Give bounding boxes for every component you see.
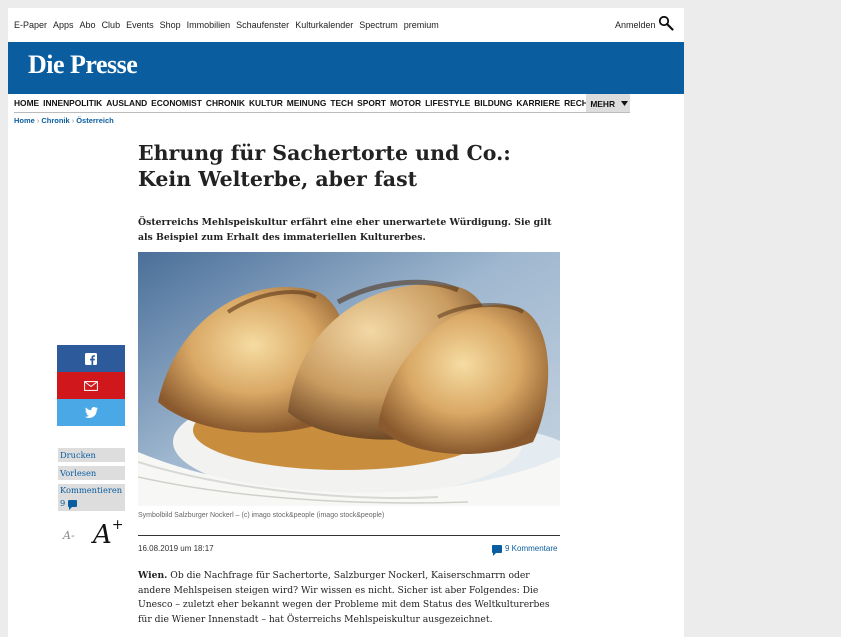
nav-item-meinung[interactable]: MEINUNG xyxy=(287,98,327,108)
comment-bubble-icon xyxy=(68,500,78,510)
font-larger-letter: A xyxy=(93,520,112,550)
nav-item-bildung[interactable]: BILDUNG xyxy=(474,98,512,108)
share-twitter-button[interactable] xyxy=(57,399,125,426)
breadcrumb: Home › Chronik › Österreich xyxy=(14,116,114,125)
page: E-Paper Apps Abo Club Events Shop Immobi… xyxy=(8,8,684,637)
breadcrumb-separator: › xyxy=(71,116,75,125)
article-dateline: Wien. xyxy=(138,570,168,581)
topnav-item-apps[interactable]: Apps xyxy=(53,20,74,30)
article-body: Wien. Ob die Nachfrage für Sachertorte, … xyxy=(138,569,563,627)
share-facebook-button[interactable] xyxy=(57,345,125,372)
nav-item-sport[interactable]: SPORT xyxy=(357,98,386,108)
breadcrumb-home[interactable]: Home xyxy=(14,116,35,125)
comments-link[interactable]: 9 Kommentare xyxy=(492,544,558,556)
topnav-item-spectrum[interactable]: Spectrum xyxy=(359,20,398,30)
topnav-item-immobilien[interactable]: Immobilien xyxy=(187,20,231,30)
topnav-item-shop[interactable]: Shop xyxy=(160,20,181,30)
article-lead: Österreichs Mehlspeiskultur erfährt eine… xyxy=(138,217,552,243)
breadcrumb-oesterreich[interactable]: Österreich xyxy=(76,116,114,125)
hero-image-graphic xyxy=(138,252,560,506)
read-aloud-button[interactable]: Vorlesen xyxy=(58,466,125,480)
nav-item-karriere[interactable]: KARRIERE xyxy=(516,98,560,108)
nav-item-ausland[interactable]: AUSLAND xyxy=(106,98,147,108)
print-button[interactable]: Drucken xyxy=(58,448,125,462)
article-body-text: Ob die Nachfrage für Sachertorte, Salzbu… xyxy=(138,570,550,625)
topnav-item-kulturkalender[interactable]: Kulturkalender xyxy=(295,20,353,30)
top-nav: E-Paper Apps Abo Club Events Shop Immobi… xyxy=(14,20,445,30)
nav-more-label: MEHR xyxy=(590,98,615,109)
top-bar: E-Paper Apps Abo Club Events Shop Immobi… xyxy=(8,8,684,42)
comment-button-label: Kommentieren xyxy=(60,485,123,495)
topnav-item-club[interactable]: Club xyxy=(102,20,121,30)
nav-item-lifestyle[interactable]: LIFESTYLE xyxy=(425,98,470,108)
nav-item-chronik[interactable]: CHRONIK xyxy=(206,98,245,108)
mail-icon xyxy=(84,380,98,391)
search-icon[interactable] xyxy=(658,15,674,31)
twitter-icon xyxy=(84,407,98,418)
breadcrumb-separator: › xyxy=(36,116,40,125)
font-larger-button[interactable]: A+ xyxy=(93,517,124,550)
topnav-item-schaufenster[interactable]: Schaufenster xyxy=(236,20,289,30)
nav-item-kultur[interactable]: KULTUR xyxy=(249,98,283,108)
nav-item-motor[interactable]: MOTOR xyxy=(390,98,421,108)
hero-image[interactable] xyxy=(138,252,560,506)
comment-count: 9 xyxy=(60,497,125,510)
font-smaller-button[interactable]: A- xyxy=(63,529,75,542)
caret-down-icon xyxy=(621,101,628,106)
topnav-item-events[interactable]: Events xyxy=(126,20,154,30)
breadcrumb-chronik[interactable]: Chronik xyxy=(41,116,69,125)
article-headline: Ehrung für Sachertorte und Co.: Kein Wel… xyxy=(138,141,511,191)
comments-link-label: 9 Kommentare xyxy=(505,544,558,553)
topnav-item-premium[interactable]: premium xyxy=(404,20,439,30)
topnav-item-abo[interactable]: Abo xyxy=(80,20,96,30)
site-logo[interactable]: Die Presse xyxy=(28,50,138,80)
nav-item-home[interactable]: HOME xyxy=(14,98,39,108)
main-nav: HOME INNENPOLITIK AUSLAND ECONOMIST CHRO… xyxy=(14,94,630,113)
share-mail-button[interactable] xyxy=(57,372,125,399)
nav-item-economist[interactable]: ECONOMIST xyxy=(151,98,202,108)
image-caption: Symbolbild Salzburger Nockerl – (c) imag… xyxy=(138,512,385,519)
nav-item-tech[interactable]: TECH xyxy=(330,98,353,108)
topnav-item-epaper[interactable]: E-Paper xyxy=(14,20,47,30)
divider xyxy=(138,535,560,536)
masthead: Die Presse xyxy=(8,42,684,94)
comment-button[interactable]: Kommentieren 9 xyxy=(58,484,125,511)
nav-more-button[interactable]: MEHR xyxy=(586,94,630,112)
facebook-icon xyxy=(85,352,97,365)
font-larger-sign: + xyxy=(111,517,124,534)
publish-date: 16.08.2019 um 18:17 xyxy=(138,544,214,553)
login-link[interactable]: Anmelden xyxy=(615,20,656,30)
comment-count-value: 9 xyxy=(60,498,66,508)
comment-bubble-icon xyxy=(492,544,502,556)
nav-item-innenpolitik[interactable]: INNENPOLITIK xyxy=(43,98,102,108)
